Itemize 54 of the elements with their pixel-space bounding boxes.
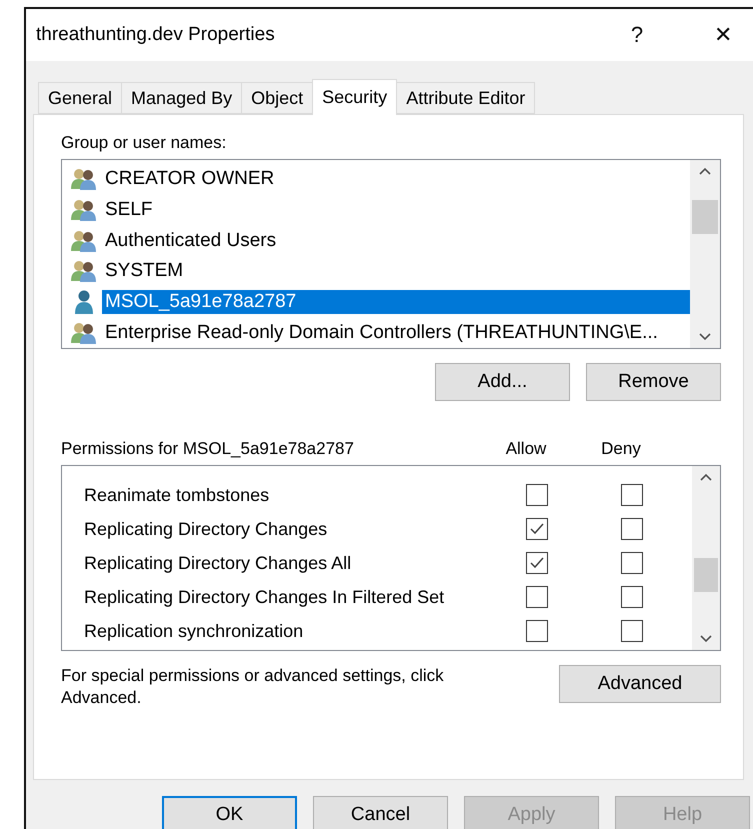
advanced-button[interactable]: Advanced xyxy=(559,665,721,703)
remove-button[interactable]: Remove xyxy=(586,363,721,401)
tab[interactable]: General xyxy=(38,82,122,114)
user-group-icon xyxy=(70,199,98,221)
checkbox[interactable] xyxy=(526,518,548,540)
check-icon xyxy=(529,522,545,536)
permission-name: Replicating Directory Changes In Filtered Set xyxy=(84,586,446,608)
add-button[interactable]: Add... xyxy=(435,363,570,401)
permission-name: Replicating Directory Changes xyxy=(84,518,328,540)
tab[interactable]: Managed By xyxy=(121,82,242,114)
tab[interactable]: Security xyxy=(312,79,398,115)
list-item[interactable]: Enterprise Read-only Domain Controllers (THREATHUNTING\E... xyxy=(102,320,661,345)
window-title: threathunting.dev Properties xyxy=(36,24,276,46)
group-list-label: Group or user names: xyxy=(61,133,228,153)
permission-name: Reanimate tombstones xyxy=(84,484,270,506)
scrollbar[interactable] xyxy=(690,160,720,348)
user-group-icon xyxy=(70,230,98,252)
scroll-thumb[interactable] xyxy=(692,200,718,234)
column-header: Allow xyxy=(504,439,548,459)
user-group-icon xyxy=(70,168,98,190)
scroll-thumb[interactable] xyxy=(694,558,718,592)
user-group-icon xyxy=(70,260,98,282)
checkbox[interactable] xyxy=(526,586,548,608)
scroll-down-icon[interactable] xyxy=(698,332,712,342)
scrollbar[interactable] xyxy=(692,466,720,650)
permission-name: Replicating Directory Changes All xyxy=(84,552,352,574)
user-group-icon xyxy=(70,322,98,344)
scroll-down-icon[interactable] xyxy=(699,634,713,644)
checkbox[interactable] xyxy=(526,484,548,506)
tab[interactable]: Object xyxy=(241,82,314,114)
check-icon xyxy=(529,556,545,570)
checkbox[interactable] xyxy=(621,620,643,642)
list-item[interactable]: CREATOR OWNER xyxy=(102,167,278,192)
tab[interactable]: Attribute Editor xyxy=(396,82,536,114)
checkbox[interactable] xyxy=(621,484,643,506)
scroll-up-icon[interactable] xyxy=(699,472,713,482)
list-item[interactable]: SELF xyxy=(102,198,156,222)
checkbox[interactable] xyxy=(526,552,548,574)
checkbox[interactable] xyxy=(526,620,548,642)
help-button[interactable]: ? xyxy=(594,9,680,61)
dialog-button[interactable]: OK xyxy=(162,796,297,829)
checkbox[interactable] xyxy=(621,552,643,574)
advanced-hint: For special permissions or advanced settings, click Advanced. xyxy=(61,665,445,709)
checkbox[interactable] xyxy=(621,586,643,608)
close-button[interactable]: ✕ xyxy=(680,9,753,61)
list-item[interactable]: Authenticated Users xyxy=(102,228,280,253)
permissions-label: Permissions for MSOL_5a91e78a2787 xyxy=(61,439,355,459)
permission-name: Replication synchronization xyxy=(84,620,304,642)
checkbox[interactable] xyxy=(621,518,643,540)
scroll-up-icon[interactable] xyxy=(698,166,712,176)
list-item[interactable]: SYSTEM xyxy=(102,259,186,284)
dialog-button[interactable]: Cancel xyxy=(313,796,448,829)
list-item[interactable]: MSOL_5a91e78a2787 xyxy=(102,290,690,314)
column-header: Deny xyxy=(600,439,642,459)
